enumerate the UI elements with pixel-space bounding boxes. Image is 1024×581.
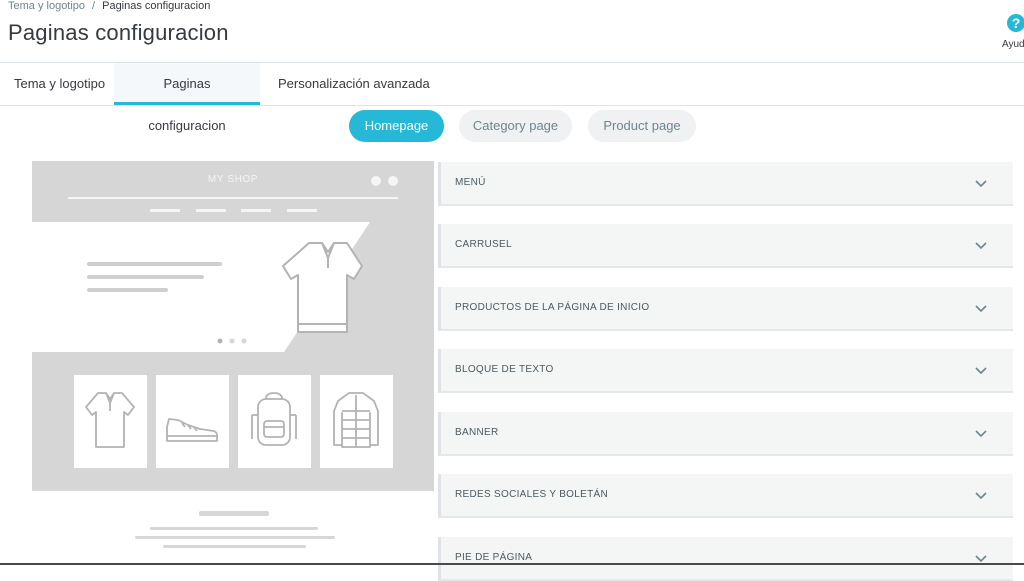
preview-product-card [74, 375, 147, 468]
section-footer[interactable]: PIE DE PÁGINA [438, 537, 1013, 581]
tab-theme-logo[interactable]: Tema y logotipo [0, 63, 119, 105]
question-icon: ? [1007, 14, 1024, 32]
chevron-down-icon [975, 242, 987, 250]
help-label: Ayud [1002, 39, 1024, 50]
chevron-down-icon [975, 492, 987, 500]
sneaker-icon [166, 418, 219, 442]
tab-advanced-customization[interactable]: Personalización avanzada [264, 63, 444, 105]
breadcrumb-link-theme[interactable]: Tema y logotipo [8, 0, 85, 12]
homepage-preview: MY SHOP [32, 161, 434, 565]
page-title: Paginas configuracion [8, 20, 229, 45]
preview-product-card [156, 375, 229, 468]
preview-dot [388, 176, 398, 186]
tab-bar: Tema y logotipo Paginas configuracion Pe… [0, 63, 1024, 133]
preview-featured-products[interactable] [32, 352, 434, 491]
section-label: PRODUCTOS DE LA PÁGINA DE INICIO [455, 302, 650, 313]
help-button[interactable]: ? Ayud [1002, 14, 1024, 50]
preview-nav-item [150, 209, 180, 212]
preview-nav-item [287, 209, 317, 212]
backpack-icon [251, 392, 297, 446]
section-social-newsletter[interactable]: REDES SOCIALES Y BOLETÁN [438, 474, 1013, 518]
preview-product-card [238, 375, 311, 468]
section-label: BLOQUE DE TEXTO [455, 364, 554, 375]
product-page-button[interactable]: Product page [588, 110, 696, 142]
preview-carousel[interactable] [32, 222, 434, 352]
section-homepage-products[interactable]: PRODUCTOS DE LA PÁGINA DE INICIO [438, 287, 1013, 331]
preview-footer[interactable] [32, 491, 434, 565]
chevron-down-icon [975, 305, 987, 313]
section-label: MENÚ [455, 177, 486, 188]
tab-pages-config[interactable]: Paginas configuracion [114, 63, 260, 133]
section-label: BANNER [455, 427, 499, 438]
section-banner[interactable]: BANNER [438, 412, 1013, 456]
section-text-block[interactable]: BLOQUE DE TEXTO [438, 349, 1013, 393]
category-page-button[interactable]: Category page [459, 110, 572, 142]
section-carousel[interactable]: CARRUSEL [438, 224, 1013, 268]
chevron-down-icon [975, 180, 987, 188]
preview-nav-item [196, 209, 226, 212]
preview-header[interactable]: MY SHOP [32, 161, 434, 222]
jacket-icon [333, 392, 379, 448]
preview-footer-line [199, 511, 269, 516]
polo-shirt-icon [85, 392, 135, 448]
chevron-down-icon [975, 367, 987, 375]
section-label: PIE DE PÁGINA [455, 552, 533, 563]
preview-product-card [320, 375, 393, 468]
preview-dot [371, 176, 381, 186]
preview-menu-line [68, 197, 398, 199]
preview-footer-line [163, 545, 306, 548]
preview-carousel-graphic [87, 222, 434, 352]
breadcrumb-current: Paginas configuracion [102, 0, 211, 12]
homepage-button[interactable]: Homepage [349, 110, 444, 142]
chevron-down-icon [975, 430, 987, 438]
preview-footer-line [150, 527, 318, 530]
section-menu[interactable]: MENÚ [438, 162, 1013, 206]
breadcrumb: Tema y logotipo / Paginas configuracion [8, 0, 210, 12]
page-type-switch: Homepage Category page Product page [0, 110, 1024, 142]
section-label: REDES SOCIALES Y BOLETÁN [455, 489, 608, 500]
preview-footer-line [135, 536, 335, 539]
page-header: Tema y logotipo / Paginas configuracion Pa… [0, 0, 1024, 63]
breadcrumb-separator: / [92, 0, 96, 12]
chevron-down-icon [975, 555, 987, 563]
section-label: CARRUSEL [455, 239, 512, 250]
preview-nav-item [241, 209, 271, 212]
